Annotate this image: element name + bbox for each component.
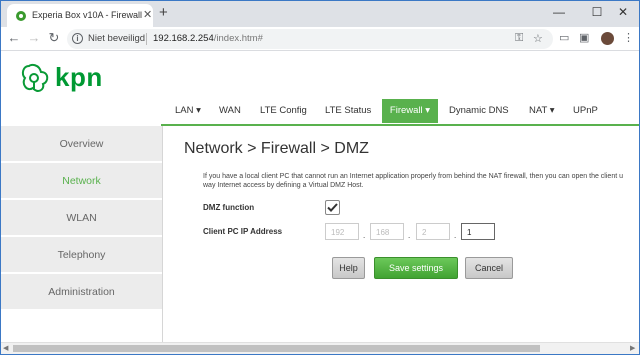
ip-dot: .: [454, 231, 457, 240]
nav-wan[interactable]: WAN: [219, 99, 241, 123]
sidebar: Overview Network WLAN Telephony Administ…: [1, 126, 163, 342]
dmz-function-label: DMZ function: [203, 203, 255, 212]
forward-icon[interactable]: →: [25, 30, 43, 46]
ip-dot: .: [408, 231, 411, 240]
sidebar-item-administration[interactable]: Administration: [1, 274, 162, 310]
nav-nat[interactable]: NAT ▾: [529, 99, 555, 123]
browser-toolbar: ← → ↻ i Niet beveiligd 192.168.2.254/ind…: [1, 27, 639, 51]
nav-lan[interactable]: LAN ▾: [175, 99, 201, 123]
url-text[interactable]: 192.168.2.254/index.htm#: [153, 33, 263, 44]
back-icon[interactable]: ←: [5, 30, 23, 46]
description-line: way Internet access by defining a Virtua…: [203, 182, 364, 189]
cast-icon[interactable]: ▭: [559, 31, 569, 44]
url-path: /index.htm#: [213, 33, 263, 44]
main-content: Network > Firewall > DMZ If you have a l…: [184, 140, 639, 279]
checkmark-icon: [327, 203, 338, 212]
screenshot-icon[interactable]: ▣: [579, 31, 589, 44]
nav-firewall[interactable]: Firewall ▾: [382, 99, 438, 123]
nav-dynamic-dns[interactable]: Dynamic DNS: [449, 99, 509, 123]
ip-octet-3-input[interactable]: 2: [416, 223, 450, 240]
tab-title: Experia Box v10A - Firewall&nbsp;: [32, 10, 142, 20]
description-line: If you have a local client PC that canno…: [203, 173, 623, 180]
ip-octet-2-input[interactable]: 168: [370, 223, 404, 240]
brand-name: kpn: [55, 62, 103, 92]
close-window-button[interactable]: ✕: [609, 4, 637, 20]
address-bar[interactable]: i Niet beveiligd 192.168.2.254/index.htm…: [67, 29, 553, 49]
scrollbar-thumb[interactable]: [13, 345, 540, 352]
reload-icon[interactable]: ↻: [45, 30, 63, 46]
sidebar-item-wlan[interactable]: WLAN: [1, 200, 162, 236]
divider: [146, 33, 147, 45]
description: If you have a local client PC that canno…: [203, 172, 639, 190]
minimize-button[interactable]: —: [545, 4, 573, 20]
star-icon[interactable]: ☆: [533, 32, 543, 45]
horizontal-scrollbar[interactable]: ◀ ▶: [1, 342, 639, 354]
save-settings-button[interactable]: Save settings: [374, 257, 458, 279]
security-label: Niet beveiligd: [88, 33, 146, 44]
ip-octet-4-input[interactable]: 1: [461, 223, 495, 240]
scroll-left-icon[interactable]: ◀: [3, 344, 8, 352]
new-tab-button[interactable]: +: [159, 4, 168, 22]
url-host: 192.168.2.254: [153, 33, 214, 44]
ip-octet-1-input[interactable]: 192: [325, 223, 359, 240]
info-icon[interactable]: i: [72, 33, 83, 44]
nav-lte-status[interactable]: LTE Status: [325, 99, 371, 123]
ip-dot: .: [363, 231, 366, 240]
browser-window: Experia Box v10A - Firewall&nbsp; ✕ + — …: [0, 0, 640, 355]
avatar[interactable]: [601, 32, 614, 45]
help-button[interactable]: Help: [332, 257, 365, 279]
page-title: Network > Firewall > DMZ: [184, 140, 369, 157]
tab-close-icon[interactable]: ✕: [143, 8, 152, 21]
key-icon[interactable]: ⚿: [515, 32, 523, 45]
sidebar-item-network[interactable]: Network: [1, 163, 162, 199]
nav-upnp[interactable]: UPnP: [573, 99, 598, 123]
sidebar-item-overview[interactable]: Overview: [1, 126, 162, 162]
menu-icon[interactable]: ⋮: [623, 31, 634, 44]
maximize-button[interactable]: ☐: [583, 4, 611, 20]
nav-lte-config[interactable]: LTE Config: [260, 99, 307, 123]
tab-strip: Experia Box v10A - Firewall&nbsp; ✕ + — …: [1, 1, 639, 27]
dmz-checkbox[interactable]: [325, 200, 340, 215]
sidebar-item-telephony[interactable]: Telephony: [1, 237, 162, 273]
kpn-logo: kpn: [19, 60, 115, 103]
scroll-right-icon[interactable]: ▶: [630, 344, 635, 352]
kpn-favicon-icon: [16, 11, 26, 21]
browser-tab[interactable]: Experia Box v10A - Firewall&nbsp; ✕: [7, 4, 153, 27]
router-page: kpn LAN ▾ WAN LTE Config LTE Status Fire…: [1, 52, 639, 342]
client-ip-label: Client PC IP Address: [203, 227, 283, 236]
cancel-button[interactable]: Cancel: [465, 257, 513, 279]
nav-underline: [161, 124, 639, 126]
